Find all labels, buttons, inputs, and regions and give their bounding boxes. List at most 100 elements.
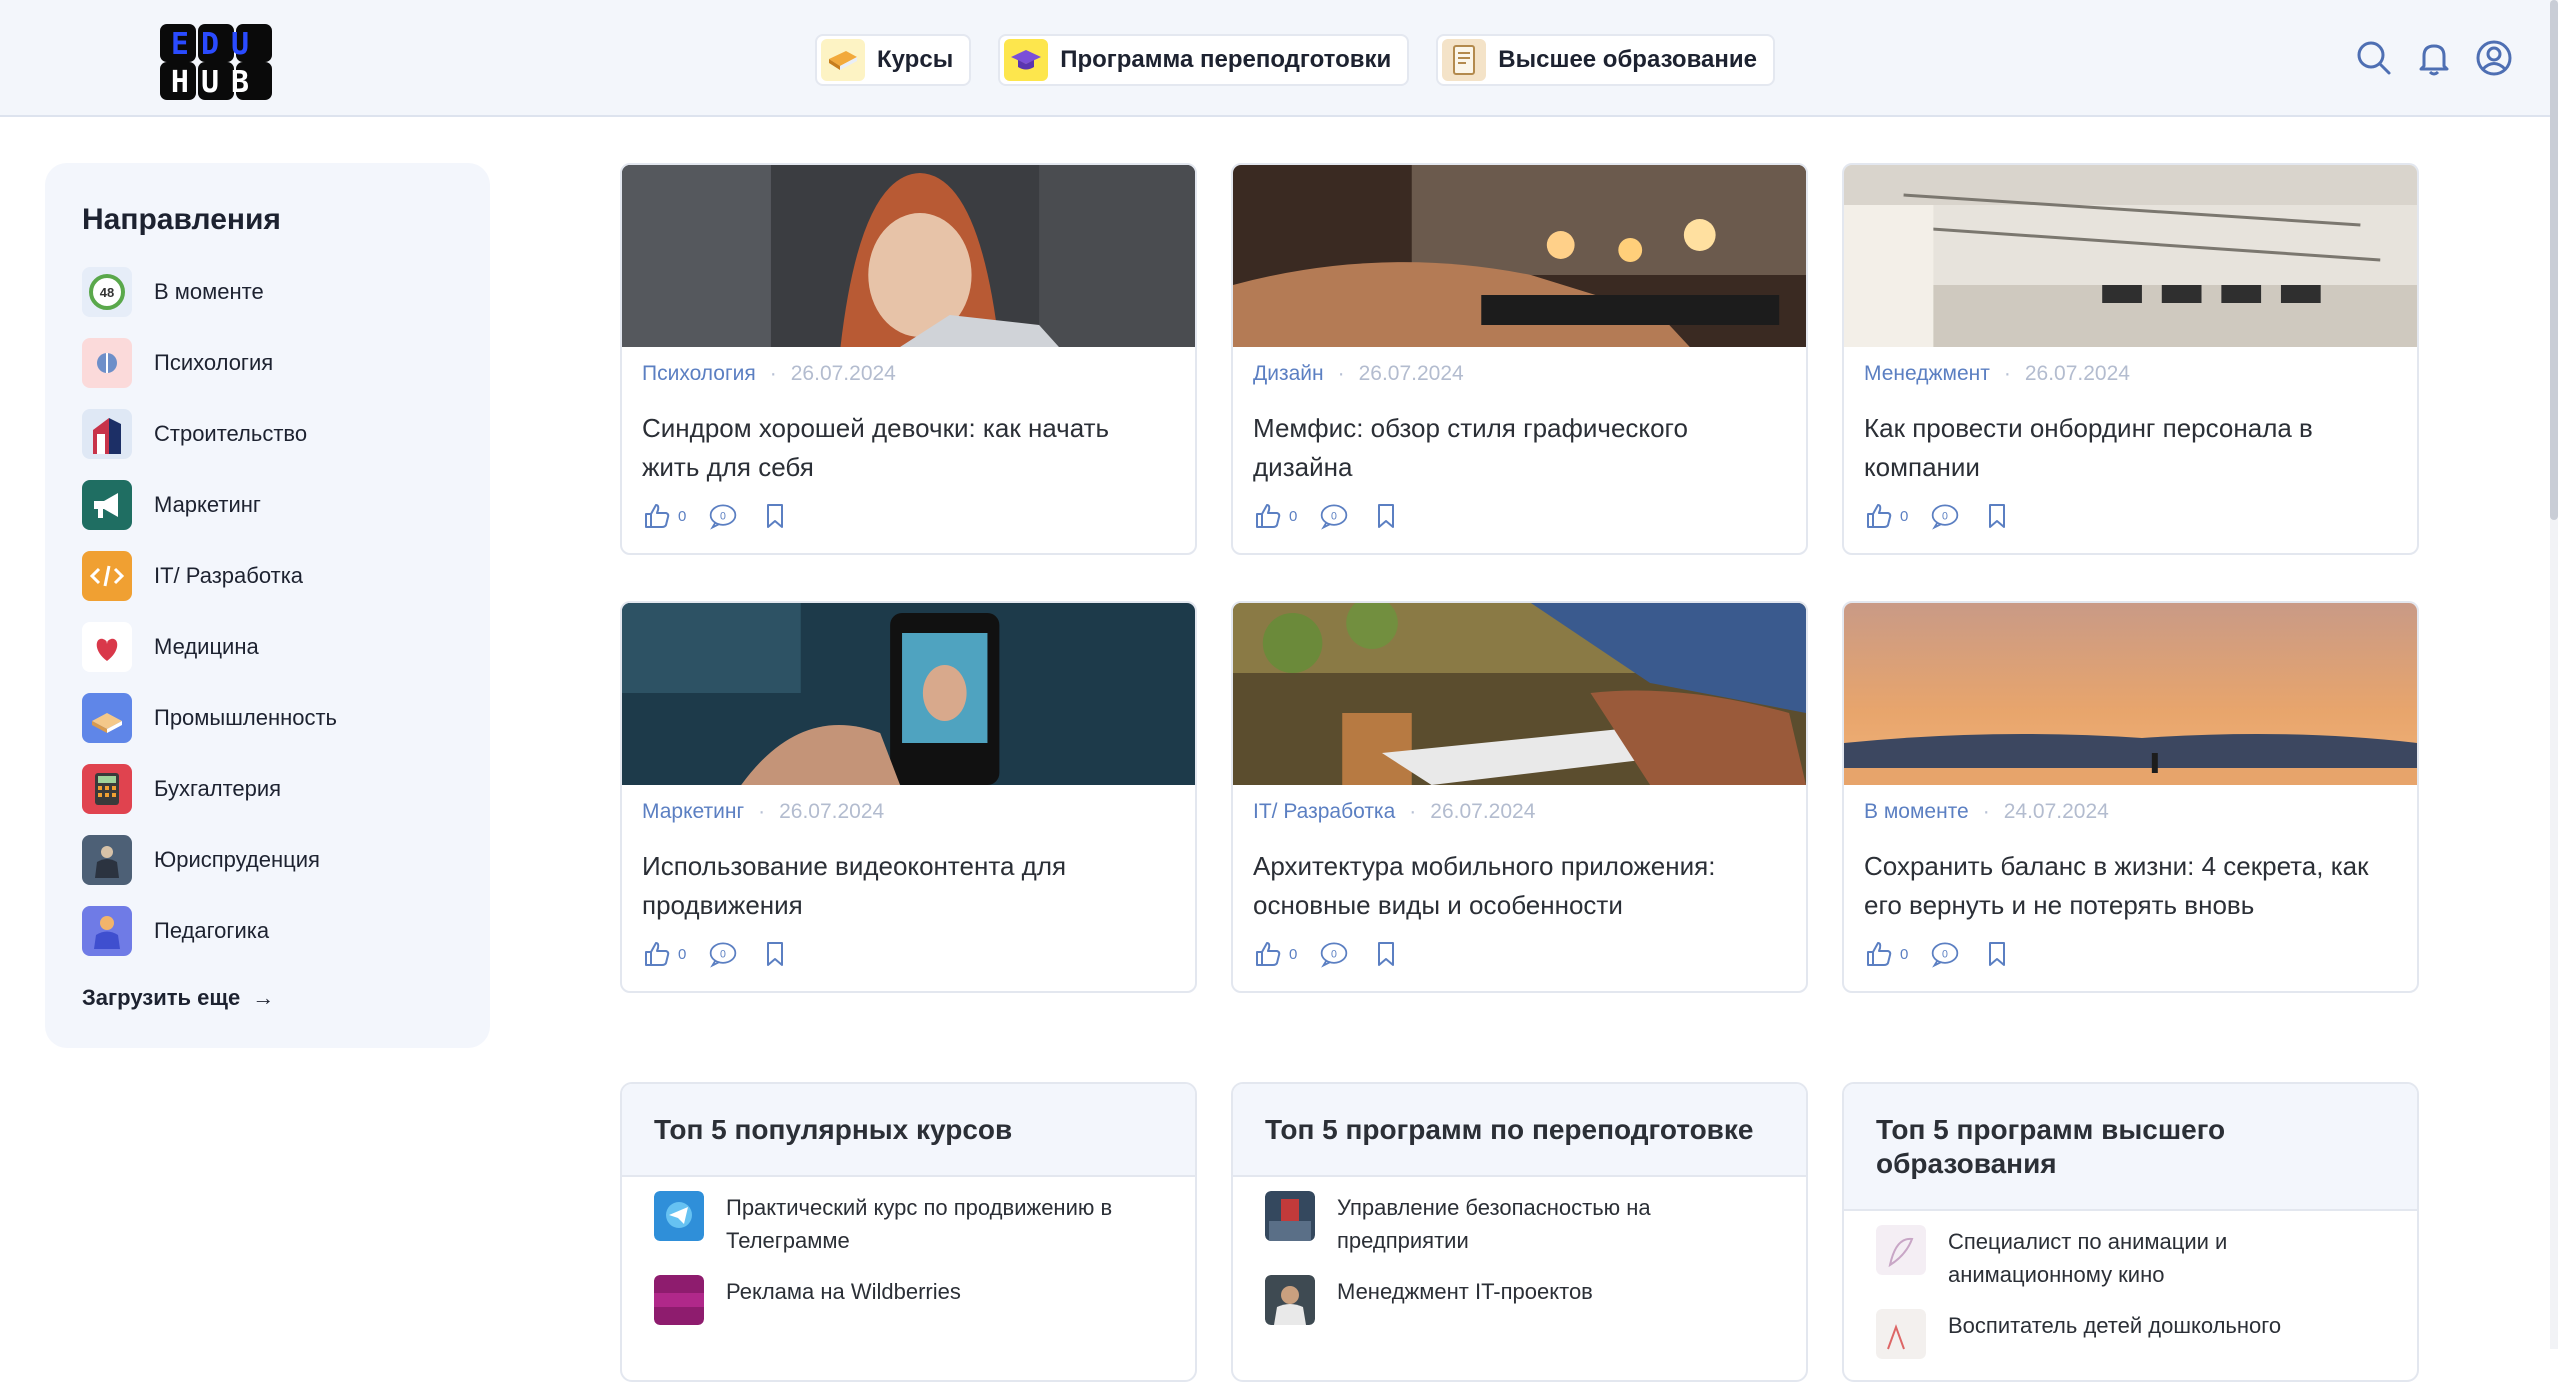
article-category[interactable]: В моменте [1864,800,1969,824]
comment-count: 0 [1331,949,1337,961]
article-category[interactable]: Психология [642,362,756,386]
thumbs-up-icon [1867,942,1892,966]
article-image [1233,603,1806,785]
like-button[interactable]: 0 [1864,939,1908,969]
nav-courses-label: Курсы [877,46,954,73]
article-category[interactable]: Дизайн [1253,362,1324,386]
nav-retraining[interactable]: Программа переподготовки [998,34,1410,86]
article-category[interactable]: Маркетинг [642,800,744,824]
like-button[interactable]: 0 [1864,501,1908,531]
article-title[interactable]: Архитектура мобильного приложения: основ… [1253,847,1783,925]
comment-button[interactable]: 0 [708,939,738,969]
bell-icon[interactable] [2414,38,2454,78]
user-icon[interactable] [2474,38,2514,78]
bookmark-button[interactable] [1982,501,2012,531]
sidebar-item-industry[interactable]: Промышленность [82,682,337,753]
sidebar-item-construction[interactable]: Строительство [82,398,337,469]
article-card[interactable]: Психология · 26.07.2024 Синдром хорошей … [620,163,1197,555]
thumbs-up-icon [1256,504,1281,528]
list-item[interactable]: Воспитатель детей дошкольного [1876,1309,2385,1359]
sidebar-item-label: Психология [154,349,274,375]
megaphone-icon [82,479,132,530]
search-icon[interactable] [2354,38,2394,78]
comment-button[interactable]: 0 [1930,501,1960,531]
like-button[interactable]: 0 [642,501,686,531]
article-image [622,603,1195,785]
comment-icon: 0 [1932,942,1959,968]
bookmark-button[interactable] [760,939,790,969]
list-item[interactable]: Менеджмент IT-проектов [1265,1275,1774,1325]
article-title[interactable]: Как провести онбординг персонала в компа… [1864,409,2394,487]
logo-text-top: EDU [171,27,261,62]
list-item[interactable]: Практический курс по продвижению в Телег… [654,1191,1163,1257]
nav-higher-education[interactable]: Высшее образование [1436,34,1775,86]
bookmark-button[interactable] [1982,939,2012,969]
article-category[interactable]: IT/ Разработка [1253,800,1395,824]
sidebar-item-accounting[interactable]: Бухгалтерия [82,753,337,824]
logo-text-bottom: HUB [171,65,261,100]
article-title[interactable]: Мемфис: обзор стиля графического дизайна [1253,409,1783,487]
like-button[interactable]: 0 [1253,939,1297,969]
article-date: 26.07.2024 [1430,800,1536,823]
article-image [1844,603,2417,785]
comment-button[interactable]: 0 [1319,939,1349,969]
book-icon [821,39,865,81]
sidebar-item-marketing[interactable]: Маркетинг [82,469,337,540]
comment-count: 0 [720,949,726,961]
scrollbar-thumb[interactable] [2550,0,2558,520]
bookmark-icon [767,504,784,528]
bookmark-button[interactable] [1371,501,1401,531]
sidebar-item-pedagogy[interactable]: Педагогика [82,895,337,966]
teacher-icon [82,905,132,956]
load-more-label: Загрузить еще [82,985,241,1010]
bookmark-button[interactable] [1371,939,1401,969]
article-date: 26.07.2024 [2024,362,2130,385]
sidebar-item-law[interactable]: Юриспруденция [82,824,337,895]
diploma-icon [1442,39,1487,81]
thumbs-up-icon [645,942,670,966]
top-courses-box: Топ 5 популярных курсов Практический кур… [620,1082,1197,1382]
article-title[interactable]: Синдром хорошей девочки: как начать жить… [642,409,1172,487]
comment-button[interactable]: 0 [708,501,738,531]
like-count: 0 [1900,945,1909,963]
comment-count: 0 [720,511,726,523]
comment-button[interactable]: 0 [1930,939,1960,969]
sidebar-item-psychology[interactable]: Психология [82,327,337,398]
top-list: Практический курс по продвижению в Телег… [622,1177,1195,1325]
sidebar-item-label: IT/ Разработка [154,562,304,588]
top-item-title: Реклама на Wildberries [726,1279,961,1304]
directions-list: 48 В моменте Психология Строительство Ма… [82,256,337,966]
load-more-link[interactable]: Загрузить еще → [82,985,274,1011]
article-actions: 0 0 [1253,939,1401,969]
comment-button[interactable]: 0 [1319,501,1349,531]
sidebar-item-moment[interactable]: 48 В моменте [82,256,337,327]
article-title[interactable]: Сохранить баланс в жизни: 4 секрета, как… [1864,847,2394,925]
list-item[interactable]: Реклама на Wildberries [654,1275,1163,1325]
article-card[interactable]: IT/ Разработка · 26.07.2024 Архитектура … [1231,601,1808,993]
animation-program-thumbnail [1876,1225,1926,1275]
like-button[interactable]: 0 [1253,501,1297,531]
sidebar-item-medicine[interactable]: Медицина [82,611,337,682]
page-scrollbar[interactable] [2550,0,2558,1349]
directions-sidebar: Направления 48 В моменте Психология Стро… [45,163,490,1048]
nav-courses[interactable]: Курсы [815,34,972,86]
article-card[interactable]: Маркетинг · 26.07.2024 Использование вид… [620,601,1197,993]
article-meta: Маркетинг · 26.07.2024 [642,800,884,824]
top-higher-education-box: Топ 5 программ высшего образования Специ… [1842,1082,2419,1382]
like-button[interactable]: 0 [642,939,686,969]
list-item[interactable]: Специалист по анимации и анимационному к… [1876,1225,2385,1291]
eduhub-logo[interactable]: EDU HUB [160,24,274,100]
list-item[interactable]: Управление безопасностью на предприятии [1265,1191,1774,1257]
article-title[interactable]: Использование видеоконтента для продвиже… [642,847,1172,925]
building-icon [82,408,132,459]
article-card[interactable]: Дизайн · 26.07.2024 Мемфис: обзор стиля … [1231,163,1808,555]
article-category[interactable]: Менеджмент [1864,362,1990,386]
bookmark-button[interactable] [760,501,790,531]
top-box-title: Топ 5 популярных курсов [622,1084,1195,1177]
article-card[interactable]: Менеджмент · 26.07.2024 Как провести онб… [1842,163,2419,555]
sidebar-item-label: В моменте [154,278,264,304]
sidebar-item-it[interactable]: IT/ Разработка [82,540,337,611]
meta-separator: · [1409,800,1417,823]
article-card[interactable]: В моменте · 24.07.2024 Сохранить баланс … [1842,601,2419,993]
article-actions: 0 0 [642,501,790,531]
